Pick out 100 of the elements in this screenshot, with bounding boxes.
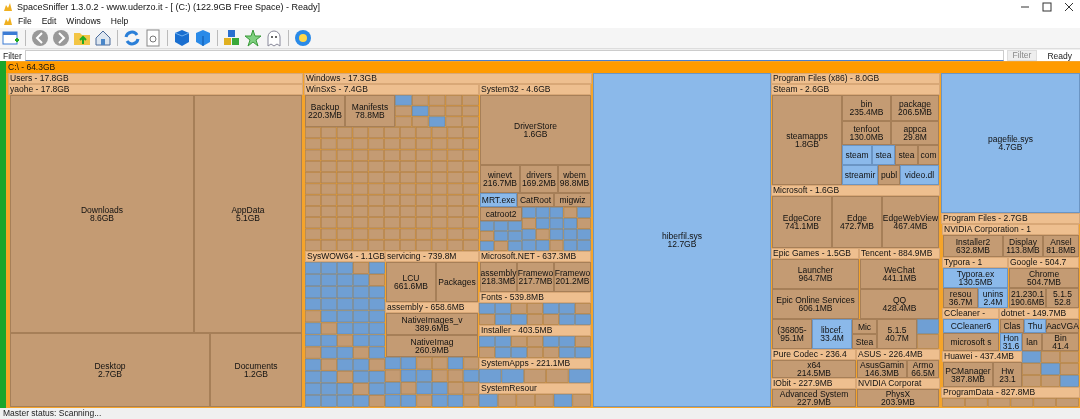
file-tile[interactable]: streamir xyxy=(842,165,878,185)
folder-tile[interactable]: Framewo 217.7MB xyxy=(517,262,554,292)
folder-tile[interactable]: Ansel 81.8MB xyxy=(1043,235,1079,257)
folder-header[interactable]: System32 - 4.6GB xyxy=(479,84,591,95)
folder-tile[interactable]: x64 214.5MB xyxy=(772,360,856,378)
folder-tile[interactable]: publ xyxy=(878,165,900,185)
folder-tile[interactable]: appca 29.8M xyxy=(891,121,939,145)
filter-field[interactable] xyxy=(24,50,1004,61)
folder-tile[interactable]: Display 113.8MB xyxy=(1003,235,1043,257)
folder-tile[interactable]: stea xyxy=(895,145,918,165)
refresh-icon[interactable] xyxy=(123,29,141,47)
folder-header[interactable]: SystemApps - 221.1MB xyxy=(479,358,591,369)
folder-tile[interactable]: QQ 428.4MB xyxy=(860,289,939,319)
folder-tile[interactable]: Advanced System 227.9MB xyxy=(772,389,856,407)
folder-tile[interactable]: AppData 5.1GB xyxy=(194,95,302,333)
folder-tile[interactable]: Framewo 201.2MB xyxy=(554,262,591,292)
folder-header[interactable]: Installer - 403.5MB xyxy=(479,325,591,336)
folder-tile[interactable]: Manifests 78.8MB xyxy=(345,95,395,127)
file-tile[interactable]: unins 2.4M xyxy=(978,288,1008,308)
folder-tile[interactable]: AacVGA xyxy=(1046,319,1079,333)
file-tile[interactable]: Hon 31.6 xyxy=(1000,333,1022,351)
folder-tile[interactable]: (36805- 95.1M xyxy=(772,319,812,349)
folder-header[interactable]: SysWOW64 - 1.1GB xyxy=(305,251,385,262)
menu-item[interactable]: Edit xyxy=(36,16,62,26)
file-tile[interactable]: MRT.exe xyxy=(480,193,517,207)
folder-tile[interactable]: CatRoot xyxy=(517,193,554,207)
folder-tile[interactable]: Packages xyxy=(436,262,478,302)
folder-tile[interactable]: Installer2 632.8MB xyxy=(943,235,1003,257)
file-tile[interactable]: pagefile.sys 4.7GB xyxy=(941,73,1080,213)
folder-tile[interactable]: Armo 66.5M xyxy=(907,360,939,378)
folder-tile[interactable]: PCManager 387.8MB xyxy=(943,362,993,387)
folder-tile[interactable]: tenfoot 130.0MB xyxy=(842,121,891,145)
folder-tile[interactable]: Documents 1.2GB xyxy=(210,333,302,407)
file-tile[interactable]: stea xyxy=(872,145,895,165)
folder-tile[interactable]: Desktop 2.7GB xyxy=(10,333,210,407)
folder-tile[interactable]: package 206.5MB xyxy=(891,95,939,121)
folder-tile[interactable]: steamapps 1.8GB xyxy=(772,95,842,185)
folder-header[interactable]: ProgramData - 827.8MB xyxy=(941,387,1080,398)
folder-tile[interactable]: resou 36.7M xyxy=(943,288,978,308)
folder-tile[interactable]: assembly 218.3MB xyxy=(480,262,517,292)
folder-header[interactable]: yaohe - 17.8GB xyxy=(8,84,303,95)
cube-icon[interactable] xyxy=(194,29,212,47)
folder-tile[interactable]: LCU 661.6MB xyxy=(386,262,436,302)
folder-tile[interactable]: winevt 216.7MB xyxy=(480,165,520,193)
folder-tile[interactable]: Epic Online Services 606.1MB xyxy=(772,289,859,319)
folder-tile[interactable]: Hw 23.1 xyxy=(993,362,1022,387)
folder-tile[interactable]: wbem 98.8MB xyxy=(558,165,591,193)
folder-tile[interactable]: AsusGamin 146.3MB xyxy=(857,360,907,378)
drive-header[interactable]: C:\ - 64.3GB xyxy=(6,62,1080,73)
file-tile[interactable]: CCleaner6 xyxy=(943,319,999,333)
folder-tile[interactable]: drivers 169.2MB xyxy=(520,165,558,193)
folder-tile[interactable]: Chrome 504.7MB xyxy=(1009,268,1079,288)
menu-item[interactable]: Help xyxy=(105,16,134,26)
menu-item[interactable]: Windows xyxy=(61,16,106,26)
folder-tile[interactable]: com xyxy=(918,145,939,165)
folder-tile[interactable]: WeChat 441.1MB xyxy=(860,259,939,289)
file-tile[interactable]: steam xyxy=(842,145,872,165)
star-icon[interactable] xyxy=(244,29,262,47)
folder-tile[interactable]: NativeImag 260.9MB xyxy=(386,335,478,357)
folder-tile[interactable]: migwiz xyxy=(554,193,591,207)
folder-tile[interactable]: catroot2 xyxy=(480,207,522,221)
folder-tile[interactable]: Stea xyxy=(852,334,877,349)
ghost-icon[interactable] xyxy=(265,29,283,47)
folder-tile[interactable]: Mic xyxy=(852,319,877,334)
folder-header[interactable]: Steam - 2.6GB xyxy=(771,84,940,95)
folder-header[interactable]: Program Files - 2.7GB xyxy=(941,213,1080,224)
folder-tile[interactable]: 5.1.5 40.7M xyxy=(877,319,917,349)
folder-tile[interactable]: DriverStore 1.6GB xyxy=(480,95,591,165)
folder-tile[interactable]: Bin 41.4 xyxy=(1042,333,1079,351)
folder-tile[interactable]: 5.1.5 52.8 xyxy=(1046,288,1079,308)
back-icon[interactable] xyxy=(31,29,49,47)
folder-header[interactable]: Users - 17.8GB xyxy=(8,73,303,84)
new-window-icon[interactable] xyxy=(2,29,20,47)
menu-item[interactable]: File xyxy=(13,16,37,26)
folder-header[interactable]: SystemResour xyxy=(479,383,591,394)
folder-tile[interactable]: Downloads 8.6GB xyxy=(10,95,194,333)
folder-tile[interactable]: EdgeCore 741.1MB xyxy=(772,196,832,248)
file-tile[interactable]: Thu xyxy=(1024,319,1046,333)
folder-header[interactable]: Microsoft - 1.6GB xyxy=(771,185,940,196)
folder-tile[interactable]: microsoft s xyxy=(943,333,999,351)
forward-icon[interactable] xyxy=(52,29,70,47)
cube-icon[interactable] xyxy=(173,29,191,47)
folder-tile[interactable]: Clas xyxy=(1000,319,1024,333)
folder-tile[interactable]: Backup 220.3MB xyxy=(305,95,345,127)
file-tile[interactable]: hiberfil.sys 12.7GB xyxy=(593,73,771,407)
file-tile[interactable]: libcef. 33.4M xyxy=(812,319,852,349)
file-tile[interactable]: video.dl xyxy=(900,165,939,185)
folder-tile[interactable]: 21.230.1 190.6MB xyxy=(1009,288,1046,308)
folder-tile[interactable]: Edge 472.7MB xyxy=(832,196,882,248)
folder-tile[interactable]: bin 235.4MB xyxy=(842,95,891,121)
folder-header[interactable]: WinSxS - 7.4GB xyxy=(304,84,479,95)
folder-tile[interactable]: Launcher 964.7MB xyxy=(772,259,859,289)
folder-tile[interactable]: NativeImages_v 389.6MB xyxy=(386,313,478,335)
cubes-icon[interactable] xyxy=(223,29,241,47)
folder-header[interactable]: Windows - 17.3GB xyxy=(304,73,592,84)
folder-tile[interactable]: PhysX 203.9MB xyxy=(857,389,939,407)
file-tile[interactable]: Typora.ex 130.5MB xyxy=(943,268,1008,288)
folder-tile[interactable]: lan xyxy=(1022,333,1042,351)
folder-tile[interactable]: EdgeWebView 467.4MB xyxy=(882,196,939,248)
folder-header[interactable]: NVIDIA Corporation - 1 xyxy=(942,224,1079,235)
